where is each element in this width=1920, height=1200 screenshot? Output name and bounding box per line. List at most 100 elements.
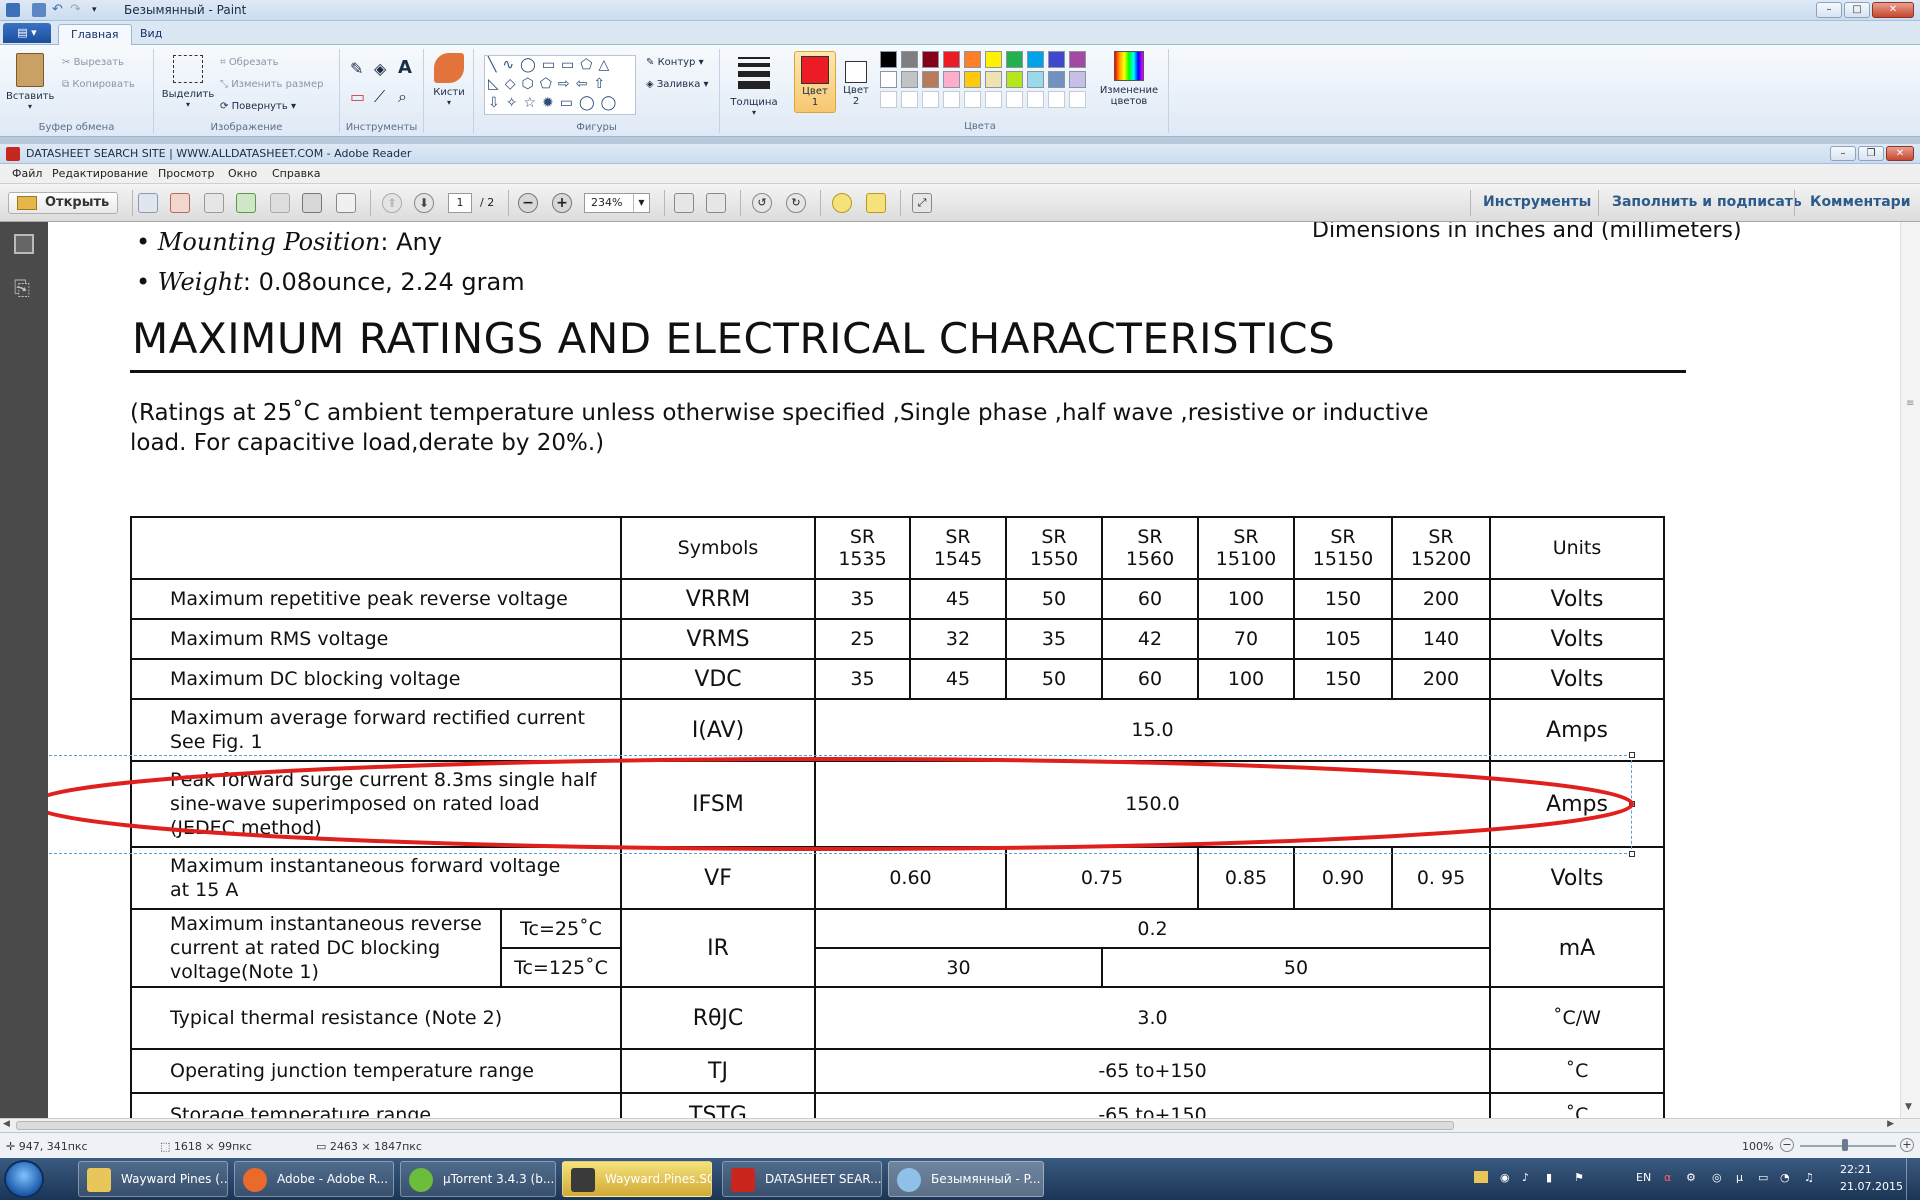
magnifier-icon[interactable]: ⌕ bbox=[398, 87, 407, 107]
color-swatch[interactable] bbox=[1027, 91, 1044, 108]
scroll-left-icon[interactable]: ◀ bbox=[3, 1119, 10, 1129]
color-swatch[interactable] bbox=[901, 91, 918, 108]
adobe-close-button[interactable]: ✕ bbox=[1886, 146, 1914, 161]
fit-page-icon[interactable] bbox=[674, 193, 694, 213]
export-pdf-icon[interactable] bbox=[170, 193, 190, 213]
clock-time[interactable]: 22:21 bbox=[1840, 1163, 1872, 1176]
color-swatch[interactable] bbox=[880, 71, 897, 88]
color-swatch[interactable] bbox=[922, 91, 939, 108]
color-swatch[interactable] bbox=[964, 71, 981, 88]
taskbar-item-paint[interactable]: Безымянный - P... bbox=[888, 1161, 1044, 1197]
save-icon[interactable] bbox=[270, 193, 290, 213]
color1-button[interactable]: Цвет 1 bbox=[794, 51, 836, 113]
taskbar-item-explorer[interactable]: Wayward Pines (... bbox=[78, 1161, 228, 1197]
color-swatch[interactable] bbox=[943, 71, 960, 88]
brushes-button[interactable]: Кисти ▾ bbox=[428, 53, 470, 107]
color-swatch[interactable] bbox=[943, 91, 960, 108]
zoom-in-icon[interactable]: + bbox=[1900, 1138, 1914, 1152]
next-page-icon[interactable]: ⬇ bbox=[414, 193, 434, 213]
tray-network-icon[interactable]: ▮ bbox=[1546, 1171, 1552, 1184]
tab-home[interactable]: Главная bbox=[58, 24, 132, 45]
language-indicator[interactable]: EN bbox=[1636, 1171, 1651, 1184]
menu-edit[interactable]: Редактирование bbox=[52, 167, 148, 180]
upload-icon[interactable] bbox=[236, 193, 256, 213]
clock-date[interactable]: 21.07.2015 bbox=[1840, 1180, 1903, 1193]
create-pdf-icon[interactable] bbox=[138, 193, 158, 213]
fit-width-icon[interactable] bbox=[706, 193, 726, 213]
color-swatch[interactable] bbox=[1048, 91, 1065, 108]
tray-antivirus-icon[interactable]: α bbox=[1664, 1171, 1671, 1184]
edit-colors-button[interactable]: Изменение цветов bbox=[1096, 49, 1162, 107]
color-swatch[interactable] bbox=[1006, 71, 1023, 88]
comments-link[interactable]: Комментари bbox=[1810, 194, 1911, 210]
zoom-select[interactable]: 234% ▼ bbox=[584, 193, 650, 213]
comment-icon[interactable] bbox=[832, 193, 852, 213]
tray-flag-icon[interactable]: ⚑ bbox=[1574, 1171, 1584, 1184]
tray-battery-icon[interactable]: ▭ bbox=[1758, 1171, 1768, 1184]
zoom-slider[interactable] bbox=[1800, 1145, 1896, 1147]
zoom-in-icon[interactable]: + bbox=[552, 193, 572, 213]
color-swatch[interactable] bbox=[985, 51, 1002, 68]
paint-app-icon[interactable] bbox=[6, 3, 20, 17]
save-icon[interactable] bbox=[32, 3, 46, 17]
color2-button[interactable]: Цвет 2 bbox=[836, 51, 876, 113]
tray-kaspersky-icon[interactable]: ⚙ bbox=[1686, 1171, 1696, 1184]
undo-icon[interactable]: ↶ bbox=[52, 3, 66, 17]
scroll-down-icon[interactable]: ▼ bbox=[1905, 1102, 1912, 1112]
outline-button[interactable]: ✎ Контур ▾ bbox=[646, 57, 704, 68]
tray-wifi-icon[interactable]: ◔ bbox=[1780, 1171, 1790, 1184]
fill-bucket-icon[interactable]: ◈ bbox=[374, 59, 386, 78]
menu-view[interactable]: Просмотр bbox=[158, 167, 214, 180]
color-swatch[interactable] bbox=[964, 91, 981, 108]
crop-button[interactable]: ⌗ Обрезать bbox=[220, 57, 279, 68]
taskbar-item-adobe[interactable]: DATASHEET SEAR... bbox=[722, 1161, 882, 1197]
redo-icon[interactable]: ↷ bbox=[70, 3, 84, 17]
tray-torrent-icon[interactable]: µ bbox=[1736, 1171, 1743, 1184]
resize-button[interactable]: ⤡ Изменить размер bbox=[220, 79, 323, 90]
fullscreen-icon[interactable]: ⤢ bbox=[912, 193, 932, 213]
color-swatch[interactable] bbox=[1006, 51, 1023, 68]
menu-window[interactable]: Окно bbox=[228, 167, 257, 180]
tray-sound-icon[interactable]: ♪ bbox=[1522, 1171, 1529, 1184]
color-swatch[interactable] bbox=[943, 51, 960, 68]
open-button[interactable]: Открыть bbox=[8, 192, 119, 214]
color-swatch[interactable] bbox=[1069, 91, 1086, 108]
cut-button[interactable]: ✂ Вырезать bbox=[62, 57, 124, 68]
taskbar-item-firefox[interactable]: Adobe - Adobe R... bbox=[234, 1161, 394, 1197]
adobe-restore-button[interactable]: ❐ bbox=[1858, 146, 1884, 161]
color-swatch[interactable] bbox=[964, 51, 981, 68]
color-swatch[interactable] bbox=[880, 91, 897, 108]
color-picker-icon[interactable]: ⟋ bbox=[374, 87, 385, 107]
edit-pdf-icon[interactable] bbox=[204, 193, 224, 213]
fill-sign-link[interactable]: Заполнить и подписать bbox=[1612, 194, 1802, 210]
pages-icon[interactable] bbox=[14, 234, 34, 254]
pencil-icon[interactable]: ✎ bbox=[350, 59, 363, 78]
color-swatch[interactable] bbox=[1006, 91, 1023, 108]
thickness-button[interactable]: Толщина ▾ bbox=[726, 53, 782, 117]
color-swatch[interactable] bbox=[1069, 71, 1086, 88]
prev-page-icon[interactable]: ⬆ bbox=[382, 193, 402, 213]
adobe-pdf-icon[interactable] bbox=[6, 147, 20, 161]
text-tool-icon[interactable]: A bbox=[398, 57, 412, 78]
color-swatch[interactable] bbox=[901, 51, 918, 68]
taskbar-item-video[interactable]: Wayward.Pines.S0... bbox=[562, 1161, 712, 1197]
tab-view[interactable]: Вид bbox=[128, 24, 174, 45]
color-swatch[interactable] bbox=[880, 51, 897, 68]
copy-button[interactable]: ⧉ Копировать bbox=[62, 79, 135, 90]
color-swatch[interactable] bbox=[1069, 51, 1086, 68]
color-swatch[interactable] bbox=[1027, 51, 1044, 68]
paint-close-button[interactable]: ✕ bbox=[1872, 2, 1914, 18]
color-swatch[interactable] bbox=[922, 51, 939, 68]
color-swatch[interactable] bbox=[1027, 71, 1044, 88]
page-number-input[interactable]: 1 bbox=[448, 193, 472, 213]
color-swatch[interactable] bbox=[1048, 71, 1065, 88]
start-button[interactable] bbox=[4, 1160, 44, 1198]
highlight-icon[interactable] bbox=[866, 193, 886, 213]
eraser-icon[interactable]: ▭ bbox=[350, 87, 365, 106]
paint-app-menu-button[interactable]: ▤ ▾ bbox=[3, 23, 51, 43]
tools-link[interactable]: Инструменты bbox=[1483, 194, 1591, 210]
email-icon[interactable] bbox=[336, 193, 356, 213]
rotate-ccw-icon[interactable]: ↺ bbox=[752, 193, 772, 213]
customize-quick-access-icon[interactable]: ▾ bbox=[92, 3, 106, 17]
zoom-slider-thumb[interactable] bbox=[1842, 1139, 1848, 1151]
